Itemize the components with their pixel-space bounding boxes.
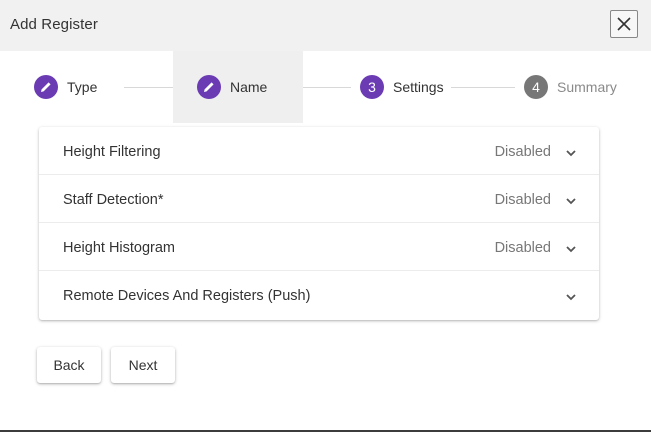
close-button[interactable]	[610, 10, 638, 38]
chevron-down-icon	[566, 150, 576, 157]
chevron-down-icon	[566, 198, 576, 205]
stepper: Type Name 3 Settings 4 Summary	[0, 51, 651, 123]
step-summary[interactable]: 4 Summary	[524, 51, 617, 123]
settings-accordion: Height Filtering Disabled Staff Detectio…	[39, 127, 599, 320]
chevron-down-icon	[566, 294, 576, 301]
step-settings[interactable]: 3 Settings	[360, 51, 444, 123]
status-text: Disabled	[494, 240, 551, 256]
step-settings-indicator: 3	[360, 75, 384, 99]
step-type-label: Type	[67, 79, 98, 95]
status-text: Disabled	[494, 144, 551, 160]
panel-staff-detection[interactable]: Staff Detection* Disabled	[39, 175, 599, 223]
step-name-indicator	[197, 75, 221, 99]
dialog-title: Add Register	[10, 16, 98, 33]
panel-title: Height Histogram	[63, 240, 176, 256]
pencil-icon	[41, 82, 51, 92]
chevron-down-icon	[566, 246, 576, 253]
pencil-icon	[204, 82, 214, 92]
panel-title: Staff Detection*	[63, 192, 164, 208]
add-register-dialog: Add Register Type Name 3 Settings 4 Summ…	[0, 0, 651, 432]
panel-title: Height Filtering	[63, 144, 161, 160]
step-type[interactable]: Type	[34, 51, 97, 123]
step-settings-label: Settings	[393, 79, 444, 95]
panel-height-histogram[interactable]: Height Histogram Disabled	[39, 223, 599, 271]
back-button[interactable]: Back	[37, 347, 101, 383]
status-text: Disabled	[494, 192, 551, 208]
step-name[interactable]: Name	[173, 51, 303, 123]
next-button[interactable]: Next	[111, 347, 175, 383]
panel-height-filtering[interactable]: Height Filtering Disabled	[39, 127, 599, 175]
dialog-header: Add Register	[0, 0, 651, 51]
step-summary-indicator: 4	[524, 75, 548, 99]
panel-remote-devices[interactable]: Remote Devices And Registers (Push)	[39, 271, 599, 320]
step-number: 4	[532, 79, 540, 95]
step-connector	[451, 87, 515, 88]
panel-title: Remote Devices And Registers (Push)	[63, 288, 311, 304]
step-summary-label: Summary	[557, 79, 617, 95]
step-number: 3	[368, 79, 376, 95]
step-type-indicator	[34, 75, 58, 99]
step-name-label: Name	[230, 79, 268, 95]
close-icon	[617, 17, 631, 31]
